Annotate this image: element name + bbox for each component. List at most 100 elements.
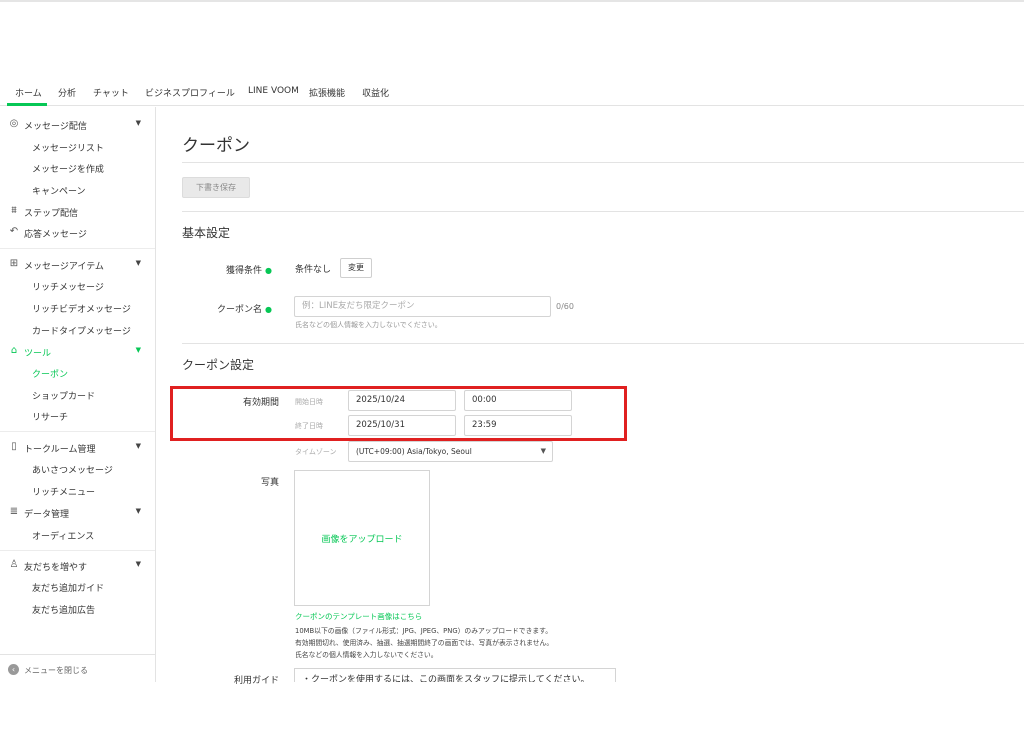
sidebar-label: リッチビデオメッセージ <box>32 305 131 315</box>
chevron-down-icon: ▼ <box>135 119 141 127</box>
sidebar-label: 友だち追加広告 <box>32 606 96 616</box>
sidebar-item-card-type-message[interactable]: カードタイプメッセージ <box>0 320 155 340</box>
sidebar-label: ショップカード <box>32 392 96 402</box>
sidebar-item-message-list[interactable]: メッセージリスト <box>0 137 155 157</box>
sidebar-item-rich-video-message[interactable]: リッチビデオメッセージ <box>0 298 155 318</box>
usage-guide-textarea[interactable]: ・クーポンを使用するには、この画面をスタッフに提示してください。 <box>294 668 616 682</box>
tab-business-profile[interactable]: ビジネスプロフィール <box>145 86 235 99</box>
top-nav: ホーム 分析 チャット ビジネスプロフィール LINE VOOM 拡張機能 収益… <box>0 80 1024 106</box>
talk-room-icon: ▯ <box>11 441 17 452</box>
sidebar: ◎ メッセージ配信 ▼ メッセージリスト メッセージを作成 キャンペーン ⩩ ス… <box>0 107 156 682</box>
close-menu-label: メニューを閉じる <box>24 666 88 675</box>
sidebar-label: 友だちを増やす <box>24 563 88 573</box>
sidebar-label: ステップ配信 <box>24 209 79 219</box>
chevron-left-icon: ‹ <box>8 664 19 675</box>
chevron-down-icon: ▼ <box>135 346 141 354</box>
chevron-down-icon: ▼ <box>540 447 546 455</box>
sidebar-item-greeting-message[interactable]: あいさつメッセージ <box>0 459 155 479</box>
sidebar-label: メッセージアイテム <box>24 262 104 272</box>
section-basic-settings: 基本設定 <box>182 226 231 240</box>
top-border <box>0 0 1024 2</box>
sidebar-label: ツール <box>24 349 52 359</box>
coupon-name-hint: 氏名などの個人情報を入力しないでください。 <box>295 321 442 329</box>
sidebar-item-step-delivery[interactable]: ⩩ ステップ配信 <box>0 202 155 222</box>
tab-line-voom[interactable]: LINE VOOM <box>248 86 299 96</box>
sidebar-label: データ管理 <box>24 510 70 520</box>
close-menu-button[interactable]: ‹ メニューを閉じる <box>0 654 155 682</box>
sidebar-section-message-delivery[interactable]: ◎ メッセージ配信 ▼ <box>0 115 155 135</box>
broadcast-icon: ◎ <box>9 118 19 129</box>
sidebar-divider <box>0 550 155 551</box>
sidebar-item-friend-add-guide[interactable]: 友だち追加ガイド <box>0 577 155 597</box>
tab-extensions[interactable]: 拡張機能 <box>309 86 345 99</box>
coupon-name-label: クーポン名 ● <box>172 302 272 315</box>
acquisition-condition-label: 獲得条件 ● <box>172 263 272 276</box>
sidebar-divider <box>0 431 155 432</box>
active-tab-indicator <box>7 103 47 106</box>
sidebar-label: リッチメッセージ <box>32 283 104 293</box>
sidebar-item-research[interactable]: リサーチ <box>0 406 155 426</box>
sidebar-section-message-items[interactable]: ⊞ メッセージアイテム ▼ <box>0 255 155 275</box>
photo-label: 写真 <box>260 478 279 488</box>
sidebar-label: カードタイプメッセージ <box>32 327 131 337</box>
coupon-name-counter: 0/60 <box>556 302 574 311</box>
coupon-name-input[interactable]: 例：LINE友だち限定クーポン <box>294 296 551 317</box>
chevron-down-icon: ▼ <box>135 442 141 450</box>
sidebar-item-friend-add-ads[interactable]: 友だち追加広告 <box>0 599 155 619</box>
sidebar-section-data-management[interactable]: ≣ データ管理 ▼ <box>0 503 155 523</box>
sidebar-section-increase-friends[interactable]: ♙ 友だちを増やす ▼ <box>0 556 155 576</box>
sidebar-item-create-message[interactable]: メッセージを作成 <box>0 158 155 178</box>
tab-monetization[interactable]: 収益化 <box>362 86 389 99</box>
timezone-select[interactable]: (UTC+09:00) Asia/Tokyo, Seoul ▼ <box>348 441 553 462</box>
shop-icon: ⌂ <box>10 345 18 356</box>
save-draft-button[interactable]: 下書き保存 <box>182 177 250 198</box>
chevron-down-icon: ▼ <box>135 507 141 515</box>
person-add-icon: ♙ <box>9 559 19 570</box>
sidebar-label: リッチメニュー <box>32 488 96 498</box>
sidebar-item-shop-card[interactable]: ショップカード <box>0 385 155 405</box>
sidebar-label: リサーチ <box>32 413 69 423</box>
step-icon: ⩩ <box>11 205 17 216</box>
sidebar-item-audience[interactable]: オーディエンス <box>0 525 155 545</box>
change-condition-button[interactable]: 変更 <box>340 258 372 278</box>
page-title: クーポン <box>182 136 250 156</box>
sidebar-section-talk-room[interactable]: ▯ トークルーム管理 ▼ <box>0 438 155 458</box>
image-upload-area[interactable]: 画像をアップロード <box>294 470 430 606</box>
upload-note: 有効期間切れ、使用済み、抽選、抽選期間終了の画面では、写真が表示されません。 <box>295 639 554 647</box>
sidebar-label: メッセージリスト <box>32 144 104 154</box>
divider <box>182 162 1024 163</box>
upload-note: 10MB以下の画像（ファイル形式：JPG、JPEG、PNG）のみアップロードでき… <box>295 627 553 635</box>
sidebar-item-response-message[interactable]: ↶ 応答メッセージ <box>0 223 155 243</box>
message-item-icon: ⊞ <box>9 258 19 269</box>
sidebar-divider <box>0 248 155 249</box>
sidebar-label: トークルーム管理 <box>24 445 96 455</box>
tab-home[interactable]: ホーム <box>15 86 42 99</box>
sidebar-item-coupon[interactable]: クーポン <box>0 363 155 383</box>
sidebar-label: オーディエンス <box>32 532 95 542</box>
timezone-value: (UTC+09:00) Asia/Tokyo, Seoul <box>356 447 472 456</box>
tab-chat[interactable]: チャット <box>93 86 129 99</box>
database-icon: ≣ <box>9 506 19 517</box>
sidebar-item-rich-menu[interactable]: リッチメニュー <box>0 481 155 501</box>
label-text: 獲得条件 <box>226 266 263 276</box>
tab-analytics[interactable]: 分析 <box>58 86 76 99</box>
reply-icon: ↶ <box>9 226 19 237</box>
label-text: クーポン名 <box>217 305 263 315</box>
required-dot-icon: ● <box>265 266 272 275</box>
sidebar-label: メッセージ配信 <box>24 122 87 132</box>
sidebar-section-tools[interactable]: ⌂ ツール ▼ <box>0 342 155 362</box>
sidebar-item-campaign[interactable]: キャンペーン <box>0 180 155 200</box>
sidebar-label: キャンペーン <box>32 187 86 197</box>
divider <box>182 343 1024 344</box>
usage-guide-label: 利用ガイド <box>233 676 279 686</box>
template-image-link[interactable]: クーポンのテンプレート画像はこちら <box>295 611 422 622</box>
sidebar-label: あいさつメッセージ <box>32 466 113 476</box>
timezone-label: タイムゾーン <box>295 448 337 456</box>
acquisition-condition-value: 条件なし <box>295 265 332 275</box>
sidebar-label: 応答メッセージ <box>24 230 87 240</box>
section-coupon-settings: クーポン設定 <box>182 358 255 372</box>
sidebar-label: メッセージを作成 <box>32 165 104 175</box>
chevron-down-icon: ▼ <box>135 259 141 267</box>
sidebar-item-rich-message[interactable]: リッチメッセージ <box>0 276 155 296</box>
upload-image-link[interactable]: 画像をアップロード <box>295 532 429 545</box>
